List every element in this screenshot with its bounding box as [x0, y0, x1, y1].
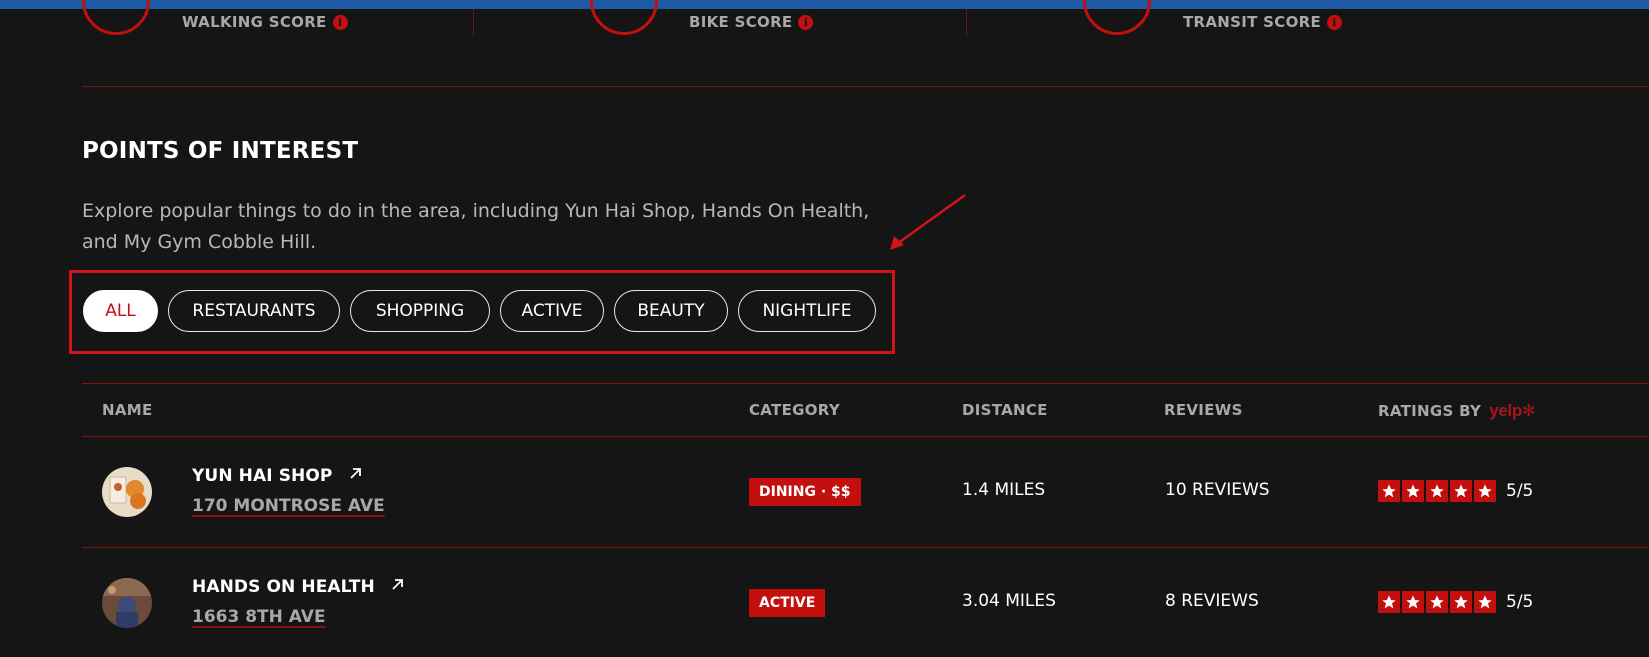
poi-name[interactable]: YUN HAI SHOP	[192, 466, 362, 486]
rating-value: 5/5	[1506, 481, 1534, 501]
star-icon	[1378, 480, 1400, 502]
filter-active[interactable]: ACTIVE	[500, 290, 604, 332]
poi-thumbnail	[102, 467, 152, 517]
star-icon	[1402, 591, 1424, 613]
table-row[interactable]: YUN HAI SHOP 170 MONTROSE AVE DINING · $…	[82, 436, 1649, 546]
external-link-icon	[349, 468, 361, 479]
score-divider	[473, 9, 474, 36]
transit-score-label: TRANSIT SCORE i	[1183, 13, 1343, 31]
header-reviews: REVIEWS	[1164, 401, 1243, 419]
star-icon	[1474, 480, 1496, 502]
bike-score-label: BIKE SCORE i	[689, 13, 814, 31]
walking-score-circle	[82, 0, 150, 35]
rating-value: 5/5	[1506, 592, 1534, 612]
header-category: CATEGORY	[749, 401, 840, 419]
info-icon[interactable]: i	[332, 15, 348, 30]
category-badge: DINING · $$	[749, 478, 861, 506]
table-row[interactable]: HANDS ON HEALTH 1663 8TH AVE ACTIVE 3.04…	[82, 547, 1649, 657]
walking-score-label: WALKING SCORE i	[182, 13, 348, 31]
section-title: POINTS OF INTEREST	[82, 138, 359, 164]
header-name: NAME	[102, 401, 153, 419]
filter-shopping[interactable]: SHOPPING	[350, 290, 490, 332]
score-divider	[966, 9, 967, 36]
yelp-logo: yelp	[1489, 401, 1523, 420]
score-strip: WALKING SCORE i BIKE SCORE i TRANSIT SCORE…	[0, 0, 1649, 49]
poi-name[interactable]: HANDS ON HEALTH	[192, 577, 404, 597]
table-header: NAME CATEGORY DISTANCE REVIEWS RATINGS B…	[82, 384, 1649, 436]
star-icon	[1474, 591, 1496, 613]
distance-value: 1.4 MILES	[962, 480, 1046, 500]
transit-score-circle	[1083, 0, 1151, 35]
filter-beauty[interactable]: BEAUTY	[614, 290, 728, 332]
star-rating: 5/5	[1378, 480, 1533, 502]
poi-thumbnail	[102, 578, 152, 628]
info-icon[interactable]: i	[798, 15, 814, 30]
star-icon	[1402, 480, 1424, 502]
browser-top-bar	[0, 0, 1649, 9]
distance-value: 3.04 MILES	[962, 591, 1056, 611]
star-icon	[1426, 591, 1448, 613]
star-rating: 5/5	[1378, 591, 1533, 613]
external-link-icon	[392, 579, 403, 590]
filter-all[interactable]: ALL	[83, 290, 158, 332]
yelp-burst-icon: ✻	[1522, 401, 1536, 420]
poi-address[interactable]: 1663 8TH AVE	[192, 607, 326, 627]
poi-address[interactable]: 170 MONTROSE AVE	[192, 496, 385, 516]
header-ratings: RATINGS BY yelp✻	[1378, 401, 1536, 420]
star-icon	[1426, 480, 1448, 502]
section-divider	[82, 86, 1649, 87]
filter-restaurants[interactable]: RESTAURANTS	[168, 290, 340, 332]
annotation-arrow-icon	[890, 193, 966, 250]
star-icon	[1378, 591, 1400, 613]
filter-nightlife[interactable]: NIGHTLIFE	[738, 290, 876, 332]
section-description: Explore popular things to do in the area…	[82, 200, 870, 253]
bike-score-circle	[590, 0, 658, 35]
star-icon	[1450, 480, 1472, 502]
info-icon[interactable]: i	[1327, 15, 1343, 30]
reviews-count: 10 REVIEWS	[1165, 480, 1270, 500]
header-distance: DISTANCE	[962, 401, 1048, 419]
star-icon	[1450, 591, 1472, 613]
reviews-count: 8 REVIEWS	[1165, 591, 1259, 611]
category-badge: ACTIVE	[749, 589, 826, 617]
